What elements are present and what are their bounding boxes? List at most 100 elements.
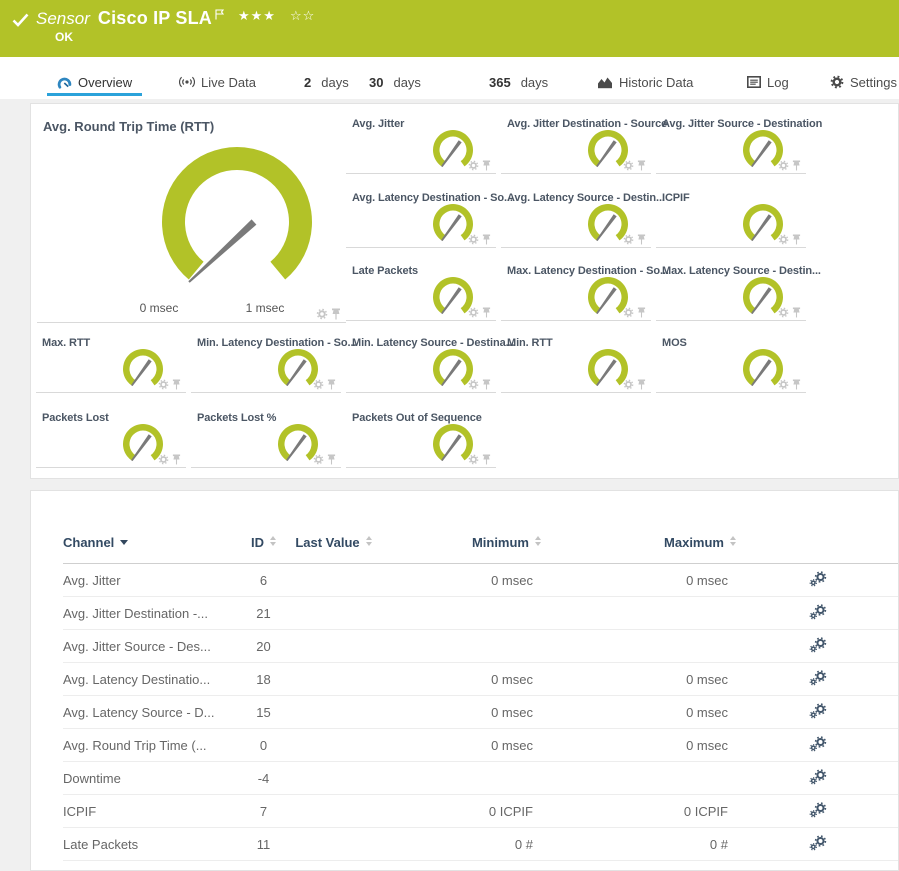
- pin-icon[interactable]: [172, 454, 181, 465]
- edit-channel-gears-icon[interactable]: [809, 769, 827, 785]
- tab-2-days[interactable]: 2 days: [302, 68, 351, 96]
- channel-max: [541, 630, 736, 663]
- channel-min: 0 msec: [376, 696, 541, 729]
- gauge-chart: [157, 140, 327, 300]
- sort-icon: [366, 536, 372, 546]
- pin-icon[interactable]: [792, 307, 801, 318]
- area-chart-icon: [597, 76, 613, 89]
- pin-icon[interactable]: [482, 307, 491, 318]
- channel-last-value: [291, 729, 376, 762]
- pin-icon[interactable]: [482, 234, 491, 245]
- sort-desc-icon: [120, 540, 128, 545]
- tab-label: days: [521, 75, 548, 90]
- column-header-minimum[interactable]: Minimum: [376, 491, 541, 564]
- gauge-cell: Min. RTT: [501, 332, 651, 393]
- pin-icon[interactable]: [172, 379, 181, 390]
- channel-min: 0 msec: [376, 663, 541, 696]
- gear-icon[interactable]: [468, 307, 479, 318]
- edit-channel-gears-icon[interactable]: [809, 571, 827, 587]
- tab-365-days[interactable]: 365 days: [487, 68, 550, 96]
- tab-live-data[interactable]: Live Data: [177, 68, 258, 96]
- pin-icon[interactable]: [637, 160, 646, 171]
- gear-icon[interactable]: [623, 234, 634, 245]
- pin-icon[interactable]: [792, 160, 801, 171]
- gear-icon[interactable]: [316, 308, 328, 320]
- channel-name: Avg. Latency Destinatio...: [63, 663, 236, 696]
- edit-channel-gears-icon[interactable]: [809, 802, 827, 818]
- priority-flag-icon[interactable]: [215, 9, 224, 20]
- pin-icon[interactable]: [327, 454, 336, 465]
- gear-icon[interactable]: [623, 379, 634, 390]
- channel-min: 0 ICPIF: [376, 795, 541, 828]
- column-header-maximum[interactable]: Maximum: [541, 491, 736, 564]
- tab-label: 2: [304, 75, 311, 90]
- gear-icon[interactable]: [623, 160, 634, 171]
- pin-icon[interactable]: [327, 379, 336, 390]
- gear-icon[interactable]: [468, 379, 479, 390]
- gear-icon[interactable]: [313, 379, 324, 390]
- channel-name: Avg. Jitter: [63, 564, 236, 597]
- gear-icon[interactable]: [778, 379, 789, 390]
- gear-icon[interactable]: [778, 307, 789, 318]
- channel-last-value: [291, 597, 376, 630]
- pin-icon[interactable]: [637, 307, 646, 318]
- gauge-title: Avg. Jitter: [352, 118, 404, 130]
- edit-channel-gears-icon[interactable]: [809, 670, 827, 686]
- edit-channel-gears-icon[interactable]: [809, 604, 827, 620]
- gear-icon[interactable]: [778, 160, 789, 171]
- tab-label: Log: [767, 75, 789, 90]
- column-header-last-value[interactable]: Last Value: [291, 491, 376, 564]
- tab-historic-data[interactable]: Historic Data: [595, 68, 695, 96]
- pin-icon[interactable]: [792, 379, 801, 390]
- table-row: Avg. Latency Source - D...150 msec0 msec: [63, 696, 899, 729]
- tab-settings[interactable]: Settings: [828, 68, 899, 96]
- gear-icon[interactable]: [313, 454, 324, 465]
- gear-icon[interactable]: [623, 307, 634, 318]
- pin-icon[interactable]: [482, 454, 491, 465]
- table-row: Avg. Jitter60 msec0 msec: [63, 564, 899, 597]
- channel-id: 6: [236, 564, 291, 597]
- gear-icon[interactable]: [468, 454, 479, 465]
- tab-overview[interactable]: Overview: [55, 68, 134, 96]
- channel-last-value: [291, 564, 376, 597]
- channel-name: Downtime: [63, 762, 236, 795]
- gauge-title: Packets Lost: [42, 412, 109, 424]
- edit-channel-gears-icon[interactable]: [809, 736, 827, 752]
- pin-icon[interactable]: [637, 234, 646, 245]
- edit-channel-gears-icon[interactable]: [809, 835, 827, 851]
- pin-icon[interactable]: [482, 379, 491, 390]
- rating-stars-empty[interactable]: ☆☆: [290, 8, 315, 24]
- gauge-title: Late Packets: [352, 265, 418, 277]
- table-row: Avg. Jitter Source - Des...20: [63, 630, 899, 663]
- tab-label: 365: [489, 75, 511, 90]
- gauge-cell: Packets Lost %: [191, 407, 341, 468]
- tab-label: Settings: [850, 75, 897, 90]
- tab-log[interactable]: Log: [745, 68, 791, 96]
- tab-label: Historic Data: [619, 75, 693, 90]
- edit-channel-gears-icon[interactable]: [809, 637, 827, 653]
- rating-stars-filled[interactable]: ★★★: [238, 8, 276, 24]
- gauge-cell: Max. Latency Source - Destin...: [656, 260, 806, 321]
- pin-icon[interactable]: [482, 160, 491, 171]
- channel-name: Avg. Latency Source - D...: [63, 696, 236, 729]
- tab-label: days: [321, 75, 348, 90]
- channel-max: 0 msec: [541, 729, 736, 762]
- gauges-panel: Avg. Round Trip Time (RTT) 0 msec 1 msec…: [30, 103, 899, 479]
- pin-icon[interactable]: [792, 234, 801, 245]
- gear-icon[interactable]: [778, 234, 789, 245]
- gauge-cell: Max. Latency Destination - So...: [501, 260, 651, 321]
- column-header-channel[interactable]: Channel: [63, 491, 236, 564]
- tab-30-days[interactable]: 30 days: [367, 68, 423, 96]
- gear-icon[interactable]: [158, 379, 169, 390]
- channel-last-value: [291, 630, 376, 663]
- gear-icon[interactable]: [158, 454, 169, 465]
- pin-icon[interactable]: [637, 379, 646, 390]
- sensor-name: Cisco IP SLA: [98, 8, 212, 29]
- column-header-id[interactable]: ID: [236, 491, 291, 564]
- edit-channel-gears-icon[interactable]: [809, 703, 827, 719]
- channel-id: 21: [236, 597, 291, 630]
- channel-last-value: [291, 663, 376, 696]
- gear-icon[interactable]: [468, 234, 479, 245]
- gear-icon[interactable]: [468, 160, 479, 171]
- pin-icon[interactable]: [331, 308, 341, 320]
